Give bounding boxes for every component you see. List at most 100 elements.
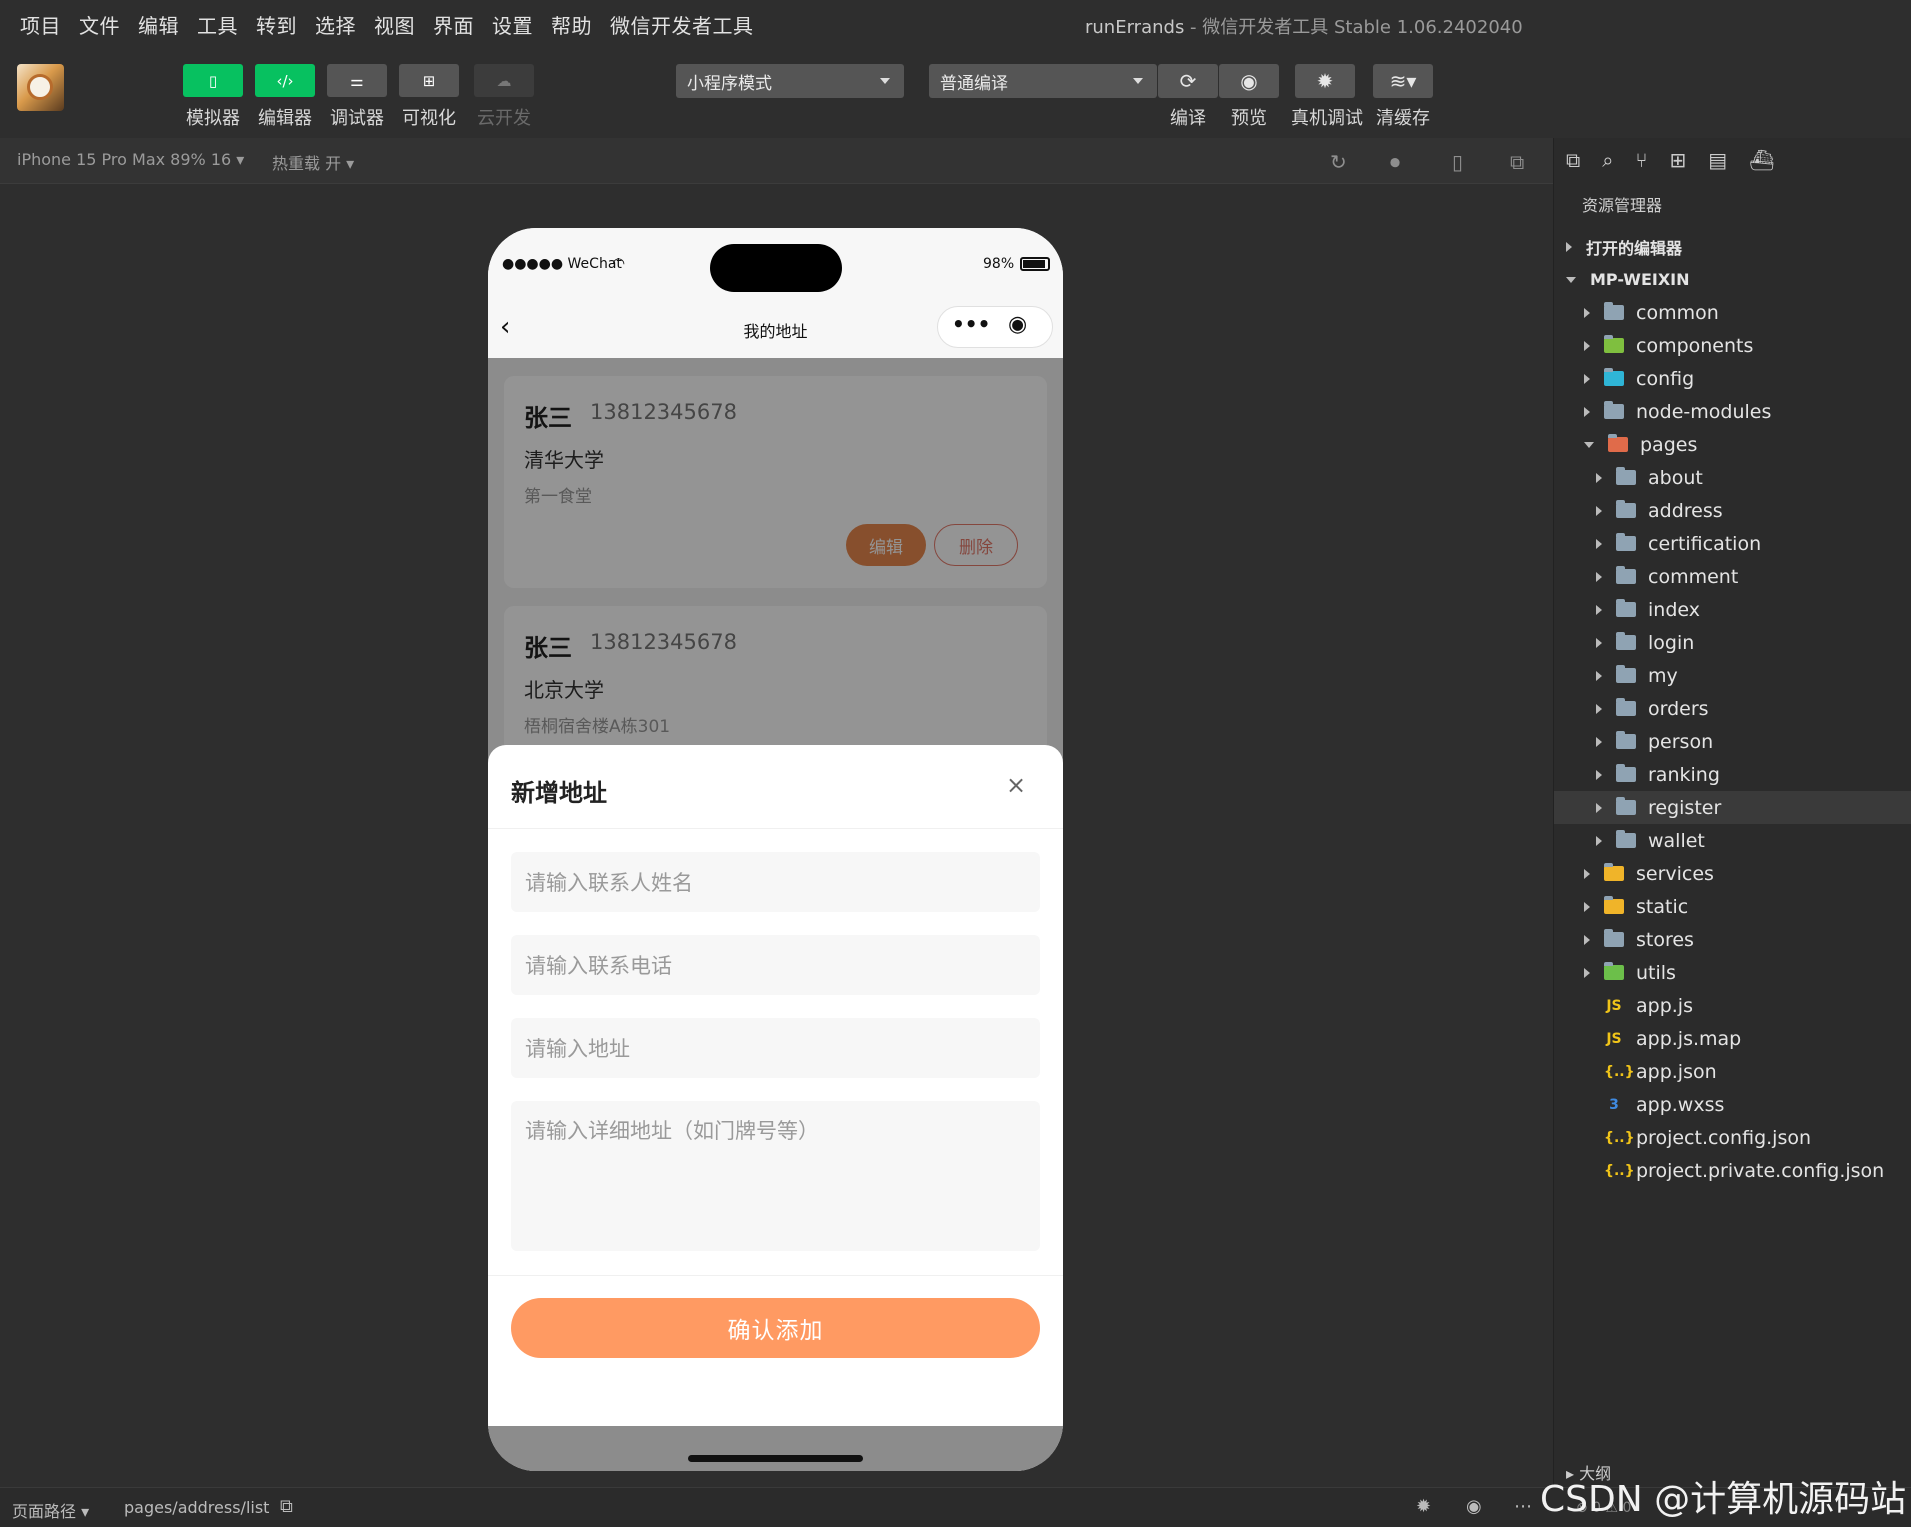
debugger-button[interactable]: ⚌ xyxy=(327,64,387,97)
folder-icon xyxy=(1616,467,1636,485)
folder-icon xyxy=(1604,896,1624,914)
tree-folder-utils[interactable]: utils xyxy=(1554,956,1911,989)
cloud-button[interactable]: ☁ xyxy=(474,64,534,97)
tree-folder-wallet[interactable]: wallet xyxy=(1554,824,1911,857)
popout-icon[interactable]: ⧉ xyxy=(1510,150,1524,174)
tree-folder-orders[interactable]: orders xyxy=(1554,692,1911,725)
editor-button[interactable]: ‹/› xyxy=(255,64,315,97)
css-file-icon: 3 xyxy=(1609,1096,1619,1113)
detail-textarea[interactable]: 请输入详细地址（如门牌号等） xyxy=(511,1101,1040,1251)
tree-folder-config[interactable]: config xyxy=(1554,362,1911,395)
tree-folder-index[interactable]: index xyxy=(1554,593,1911,626)
tree-file[interactable]: 3 app.wxss xyxy=(1554,1088,1911,1121)
tree-folder-stores[interactable]: stores xyxy=(1554,923,1911,956)
close-icon[interactable]: × xyxy=(1006,771,1026,799)
avatar[interactable] xyxy=(17,64,64,111)
tree-folder-common[interactable]: common xyxy=(1554,296,1911,329)
tree-folder-certification[interactable]: certification xyxy=(1554,527,1911,560)
eye-icon[interactable]: ◉ xyxy=(1466,1496,1482,1517)
sliders-icon: ⚌ xyxy=(350,71,364,90)
rotate-icon[interactable]: ↻ xyxy=(1330,150,1347,174)
name-input[interactable]: 请输入联系人姓名 xyxy=(511,852,1040,912)
copy-icon[interactable]: ⧉ xyxy=(280,1496,293,1517)
folder-icon xyxy=(1604,929,1624,947)
more-icon[interactable]: ••• xyxy=(952,312,990,336)
close-miniprogram-icon[interactable]: ◉ xyxy=(1008,312,1027,337)
tree-folder-static[interactable]: static xyxy=(1554,890,1911,923)
battery-icon xyxy=(1020,257,1050,271)
json-file-icon: {..} xyxy=(1604,1063,1635,1080)
tree-folder-login[interactable]: login xyxy=(1554,626,1911,659)
tree-file[interactable]: {..} app.json xyxy=(1554,1055,1911,1088)
menu-goto[interactable]: 转到 xyxy=(256,10,297,39)
phone-input[interactable]: 请输入联系电话 xyxy=(511,935,1040,995)
menu-devtools[interactable]: 微信开发者工具 xyxy=(610,10,754,39)
hot-reload-toggle[interactable]: 热重载 开 ▾ xyxy=(272,150,354,174)
folder-icon xyxy=(1616,731,1636,749)
tree-folder-person[interactable]: person xyxy=(1554,725,1911,758)
chevron-down-icon xyxy=(880,78,890,84)
tree-folder-about[interactable]: about xyxy=(1554,461,1911,494)
window-title-project: runErrands xyxy=(1085,17,1185,38)
mode-select[interactable]: 小程序模式 xyxy=(676,64,904,98)
tree-file[interactable]: {..} project.private.config.json xyxy=(1554,1154,1911,1187)
tree-folder-comment[interactable]: comment xyxy=(1554,560,1911,593)
extensions-icon[interactable]: ⊞ xyxy=(1669,148,1686,172)
compile-button[interactable]: ⟳ xyxy=(1158,64,1218,98)
simulator-button[interactable]: ▯ xyxy=(183,64,243,97)
stop-icon[interactable]: ⏺ xyxy=(1390,150,1400,174)
clear-cache-button[interactable]: ≋▾ xyxy=(1373,64,1433,98)
tree-file[interactable]: {..} project.config.json xyxy=(1554,1121,1911,1154)
tree-folder-my[interactable]: my xyxy=(1554,659,1911,692)
menu-settings[interactable]: 设置 xyxy=(492,10,533,39)
preview-button[interactable]: ◉ xyxy=(1219,64,1279,98)
files-icon[interactable]: ⧉ xyxy=(1566,148,1580,172)
tree-label: app.json xyxy=(1636,1060,1717,1083)
tree-label: orders xyxy=(1648,697,1709,720)
tree-folder-ranking[interactable]: ranking xyxy=(1554,758,1911,791)
bug-icon[interactable]: ✹ xyxy=(1416,1496,1431,1517)
tree-label: index xyxy=(1648,598,1700,621)
tree-folder-services[interactable]: services xyxy=(1554,857,1911,890)
root-section[interactable]: MP-WEIXIN xyxy=(1554,263,1911,296)
layers-icon: ≋▾ xyxy=(1389,69,1417,93)
tree-folder-pages[interactable]: pages xyxy=(1554,428,1911,461)
more-icon[interactable]: ⋯ xyxy=(1514,1496,1532,1517)
device-select[interactable]: iPhone 15 Pro Max 89% 16 ▾ xyxy=(17,150,244,169)
tree-label: login xyxy=(1648,631,1695,654)
folder-icon xyxy=(1604,302,1624,320)
tree-folder-components[interactable]: components xyxy=(1554,329,1911,362)
address-input[interactable]: 请输入地址 xyxy=(511,1018,1040,1078)
menu-edit[interactable]: 编辑 xyxy=(138,10,179,39)
wifi-icon: ◠ xyxy=(612,254,626,272)
sheet-title: 新增地址 xyxy=(511,779,607,807)
open-editors-section[interactable]: 打开的编辑器 xyxy=(1554,230,1911,263)
confirm-add-button[interactable]: 确认添加 xyxy=(511,1298,1040,1358)
menu-help[interactable]: 帮助 xyxy=(551,10,592,39)
tree-folder-node-modules[interactable]: node-modules xyxy=(1554,395,1911,428)
menu-tools[interactable]: 工具 xyxy=(197,10,238,39)
divider xyxy=(488,1275,1063,1276)
page-path-value: pages/address/list xyxy=(124,1498,270,1517)
tree-file[interactable]: JS app.js.map xyxy=(1554,1022,1911,1055)
git-icon[interactable]: ⑂ xyxy=(1635,148,1647,172)
refresh-icon: ⟳ xyxy=(1179,69,1197,93)
visual-button[interactable]: ⊞ xyxy=(399,64,459,97)
device-icon[interactable]: ▯ xyxy=(1452,150,1463,174)
menu-interface[interactable]: 界面 xyxy=(433,10,474,39)
save-icon[interactable]: ▤ xyxy=(1708,148,1727,172)
compile-mode-select[interactable]: 普通编译 xyxy=(929,64,1157,98)
real-debug-button[interactable]: ✹ xyxy=(1295,64,1355,98)
menu-file[interactable]: 文件 xyxy=(79,10,120,39)
menu-view[interactable]: 视图 xyxy=(374,10,415,39)
menu-select[interactable]: 选择 xyxy=(315,10,356,39)
search-icon[interactable]: ⌕ xyxy=(1602,148,1613,172)
tree-label: project.private.config.json xyxy=(1636,1159,1885,1182)
menu-project[interactable]: 项目 xyxy=(20,10,61,39)
docker-icon[interactable]: ⛴ xyxy=(1749,148,1774,172)
tree-folder-register[interactable]: register xyxy=(1554,791,1911,824)
tree-folder-address[interactable]: address xyxy=(1554,494,1911,527)
page-path-select[interactable]: 页面路径 ▾ xyxy=(12,1498,89,1522)
tree-file[interactable]: JS app.js xyxy=(1554,989,1911,1022)
tree-label: my xyxy=(1648,664,1678,687)
